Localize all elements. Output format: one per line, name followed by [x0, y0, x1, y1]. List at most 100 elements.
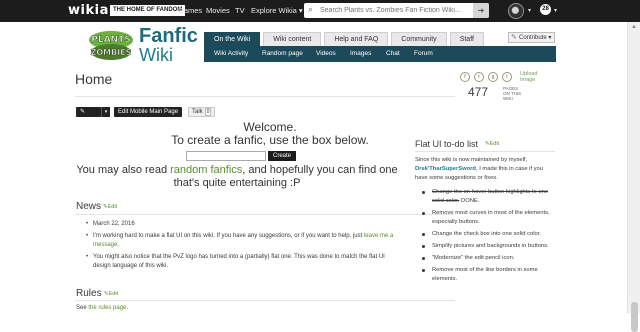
user-menu-caret-icon[interactable]: ▾: [528, 7, 531, 14]
rail-intro-prefix: Since this wiki is now maintained by mys…: [415, 157, 528, 163]
list-item: "Modernize" the edit pencil icon.: [420, 254, 560, 263]
svg-text:ZOMBIES: ZOMBIES: [91, 48, 132, 57]
subnav-images[interactable]: Images: [350, 50, 371, 57]
news-text: You might also notice that the PvZ logo …: [93, 254, 385, 269]
wikia-tagline[interactable]: THE HOME OF FANDOM: [110, 5, 186, 16]
nav-link-tv[interactable]: TV: [235, 6, 245, 15]
talk-button[interactable]: Talk 0: [188, 107, 216, 117]
nav-link-games[interactable]: Games: [178, 6, 202, 15]
news-text-suffix: .: [117, 242, 120, 248]
tumblr-icon[interactable]: t: [502, 72, 512, 82]
search-submit-button[interactable]: ➜: [473, 3, 489, 18]
user-link[interactable]: Drek'TharSuperSword: [415, 166, 476, 172]
subnav-forum[interactable]: Forum: [414, 50, 433, 57]
wikia-logo[interactable]: wikia: [68, 3, 109, 18]
search-input[interactable]: [320, 4, 470, 16]
page-title: Home: [75, 71, 113, 87]
tab-on-the-wiki[interactable]: On the Wiki: [204, 32, 261, 46]
search-icon: ⌕: [308, 4, 314, 14]
svg-text:PLANTS: PLANTS: [91, 35, 130, 45]
pencil-icon: ✎: [80, 109, 86, 115]
also-read-prefix: You may also read: [76, 164, 171, 176]
welcome-heading: Welcome. To create a fanfic, use the box…: [140, 121, 400, 147]
google-plus-icon[interactable]: g: [488, 72, 498, 82]
rail-title: Flat UI to-do list: [415, 139, 479, 149]
global-nav: wikia THE HOME OF FANDOM Games Movies TV…: [0, 0, 640, 22]
subnav-random-page[interactable]: Random page: [262, 50, 303, 57]
rail-edit-link[interactable]: ✎Edit: [485, 141, 499, 147]
edit-menu-caret-icon[interactable]: ▾: [101, 107, 110, 117]
list-item: Remove most of the line borders in some …: [420, 266, 560, 284]
news-heading: News: [76, 201, 102, 212]
page-count-label: PAGES ON THIS WIKI: [503, 86, 522, 101]
divider: [75, 300, 455, 301]
facebook-icon[interactable]: f: [460, 72, 470, 82]
wiki-title-line2: Wiki: [139, 45, 173, 65]
divider: [415, 151, 555, 152]
news-text: I'm working hard to make a flat UI on th…: [93, 233, 364, 239]
tab-wiki-content[interactable]: Wiki content: [263, 32, 322, 46]
wiki-tabs: On the Wiki Wiki content Help and FAQ Co…: [204, 32, 487, 46]
wiki-title[interactable]: Fanfic Wiki: [139, 25, 198, 65]
news-edit-link[interactable]: ✎Edit: [103, 204, 117, 210]
nav-link-movies[interactable]: Movies: [206, 6, 230, 15]
scrollbar[interactable]: ▲: [627, 22, 640, 332]
item-text: Simplify pictures and backgrounds in but…: [432, 243, 549, 249]
list-item: Remove most curves in most of the elemen…: [420, 209, 560, 227]
wiki-subnav: Wiki Activity Random page Videos Images …: [204, 46, 556, 62]
subnav-videos[interactable]: Videos: [316, 50, 336, 57]
scroll-up-icon[interactable]: ▲: [631, 24, 637, 30]
wiki-logo-image[interactable]: PLANTS ZOMBIES: [88, 28, 134, 60]
nav-link-explore[interactable]: Explore Wikia ▾: [251, 6, 303, 15]
subnav-chat[interactable]: Chat: [386, 50, 400, 57]
welcome-line2: To create a fanfic, use the box below.: [171, 133, 369, 147]
talk-label: Talk: [192, 109, 203, 115]
random-fanfics-link[interactable]: random fanfics: [170, 164, 242, 176]
item-text: Remove most curves in most of the elemen…: [432, 210, 550, 225]
contribute-button[interactable]: ✎ Contribute ▾: [508, 32, 555, 43]
divider: [75, 214, 455, 215]
list-item: March 22, 2016: [84, 220, 404, 229]
twitter-icon[interactable]: t: [474, 72, 484, 82]
item-text: DONE.: [459, 198, 480, 204]
list-item: Change the on-hover button highlights to…: [420, 188, 560, 206]
wiki-title-line1: Fanfic: [139, 25, 198, 47]
rules-text: See the rules page.: [76, 305, 128, 311]
struck-text: Change the on-hover button highlights to…: [432, 189, 549, 204]
rules-edit-link[interactable]: ✎Edit: [104, 291, 118, 297]
rail-edit-label: Edit: [489, 141, 500, 147]
global-search: ⌕ ➜: [304, 3, 489, 18]
tab-community[interactable]: Community: [391, 32, 447, 46]
page-count: 477: [468, 85, 489, 99]
todo-list: Change the on-hover button highlights to…: [420, 188, 560, 287]
rules-heading: Rules: [76, 288, 102, 299]
list-item: You might also notice that the PvZ logo …: [84, 253, 404, 271]
subnav-wiki-activity[interactable]: Wiki Activity: [214, 50, 248, 57]
divider: [75, 96, 455, 97]
edit-button-label: Edit: [80, 119, 91, 125]
also-read-text: You may also read random fanfics, and ho…: [76, 164, 398, 190]
rail-intro: Since this wiki is now maintained by mys…: [415, 156, 557, 183]
rules-page-link[interactable]: the rules page: [88, 305, 126, 311]
edit-button[interactable]: ✎ Edit: [76, 107, 101, 125]
news-edit-label: Edit: [107, 204, 118, 210]
news-date: March 22, 2016: [93, 221, 135, 227]
list-item: Simplify pictures and backgrounds in but…: [420, 242, 560, 251]
edit-mobile-main-page-button[interactable]: Edit Mobile Main Page: [114, 107, 183, 117]
news-list: March 22, 2016 I'm working hard to make …: [84, 220, 404, 274]
item-text: Change the check box into one solid colo…: [432, 231, 541, 237]
tab-help-faq[interactable]: Help and FAQ: [324, 32, 389, 46]
tab-staff[interactable]: Staff: [449, 32, 484, 46]
notifications-caret-icon[interactable]: ▾: [554, 7, 557, 14]
notifications-badge[interactable]: 28: [540, 4, 551, 15]
create-button[interactable]: Create: [268, 151, 297, 161]
rules-edit-label: Edit: [108, 291, 119, 297]
list-item: Change the check box into one solid colo…: [420, 230, 560, 239]
talk-count: 0: [204, 108, 212, 116]
upload-image-link[interactable]: Upload Image: [520, 71, 550, 83]
rules-suffix: .: [126, 305, 129, 311]
rules-prefix: See: [76, 305, 89, 311]
scroll-thumb[interactable]: [631, 302, 638, 332]
user-avatar[interactable]: [508, 3, 524, 19]
create-fanfic-input[interactable]: [186, 151, 266, 161]
